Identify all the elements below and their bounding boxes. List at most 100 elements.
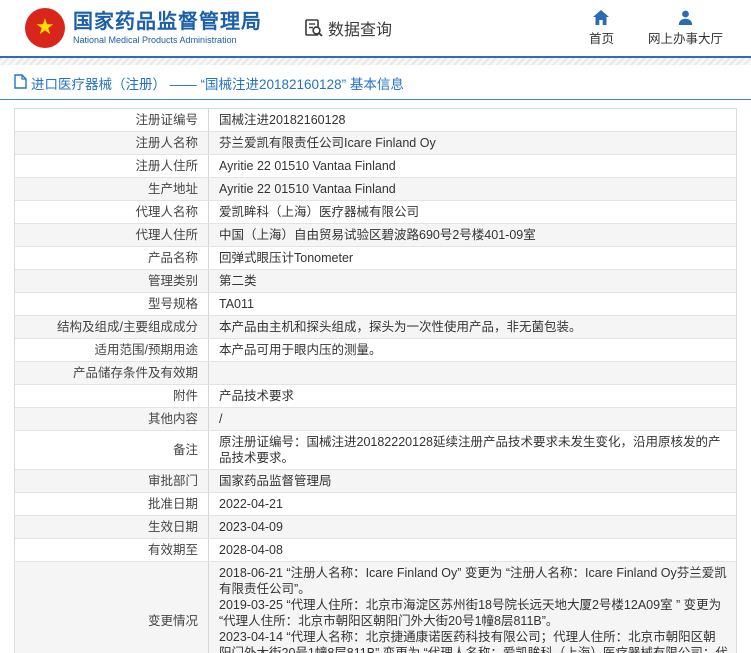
table-row: 结构及组成/主要组成成分本产品由主机和探头组成，探头为一次性使用产品，非无菌包装…: [15, 316, 736, 339]
row-label-text: 型号规格: [148, 296, 198, 312]
row-label: 有效期至: [15, 539, 209, 561]
hatched-strip: [0, 58, 751, 65]
site-header: ★ 国家药品监督管理局 National Medical Products Ad…: [0, 0, 751, 56]
header-nav: 首页 网上办事大厅: [589, 10, 723, 47]
table-row: 生产地址 Ayritie 22 01510 Vantaa Finland: [15, 178, 736, 201]
row-value: 2022-04-21: [209, 493, 736, 515]
table-row: 审批部门国家药品监督管理局: [15, 470, 736, 493]
table-row: 注册人名称芬兰爱凯有限责任公司Icare Finland Oy: [15, 132, 736, 155]
row-label-text: 代理人住所: [135, 227, 198, 243]
row-label-text: 变更情况: [148, 613, 198, 629]
page-title: 进口医疗器械（注册） —— “国械注进20182160128” 基本信息: [31, 73, 404, 93]
row-label: 生产地址: [15, 178, 209, 200]
row-value: 2023-04-09: [209, 516, 736, 538]
row-value: 芬兰爱凯有限责任公司Icare Finland Oy: [209, 132, 736, 154]
row-value: Ayritie 22 01510 Vantaa Finland: [209, 155, 736, 177]
row-label: 产品储存条件及有效期: [15, 362, 209, 384]
row-label-text: 产品储存条件及有效期: [73, 365, 198, 381]
table-row: 产品储存条件及有效期: [15, 362, 736, 385]
user-icon: [678, 10, 693, 25]
row-label-text: 生效日期: [148, 519, 198, 535]
row-value: [209, 362, 736, 384]
row-label: 注册证编号: [15, 109, 209, 131]
row-value: /: [209, 408, 736, 430]
row-label: 型号规格: [15, 293, 209, 315]
home-icon: [593, 10, 609, 25]
data-query-nav[interactable]: 数据查询: [304, 16, 392, 40]
row-label-text: 其他内容: [148, 411, 198, 427]
row-label-text: 代理人名称: [135, 204, 198, 220]
data-query-icon: [304, 18, 328, 38]
row-value: 中国（上海）自由贸易试验区碧波路690号2号楼401-09室: [209, 224, 736, 246]
row-value: Ayritie 22 01510 Vantaa Finland: [209, 178, 736, 200]
row-value: 本产品可用于眼内压的测量。: [209, 339, 736, 361]
row-label-text: 结构及组成/主要组成成分: [57, 319, 198, 335]
row-label-text: 产品名称: [148, 250, 198, 266]
row-label: 结构及组成/主要组成成分: [15, 316, 209, 338]
row-value: 本产品由主机和探头组成，探头为一次性使用产品，非无菌包装。: [209, 316, 736, 338]
row-label: 其他内容: [15, 408, 209, 430]
nav-home-label: 首页: [589, 28, 614, 47]
breadcrumb: 进口医疗器械（注册） —— “国械注进20182160128” 基本信息: [14, 73, 751, 93]
table-row: 注册人住所 Ayritie 22 01510 Vantaa Finland: [15, 155, 736, 178]
row-label: 注册人名称: [15, 132, 209, 154]
row-value: 原注册证编号：国械注进20182220128延续注册产品技术要求未发生变化，沿用…: [209, 431, 736, 469]
breadcrumb-underline: [0, 99, 751, 100]
site-title-block: 国家药品监督管理局 National Medical Products Admi…: [73, 11, 262, 45]
document-icon: [14, 74, 31, 92]
row-label-text: 注册证编号: [135, 112, 198, 128]
nav-home[interactable]: 首页: [589, 10, 614, 47]
row-label: 适用范围/预期用途: [15, 339, 209, 361]
row-label-text: 注册人住所: [135, 158, 198, 174]
table-row: 其他内容 /: [15, 408, 736, 431]
row-label: 审批部门: [15, 470, 209, 492]
table-row: 生效日期 2023-04-09: [15, 516, 736, 539]
row-label-text: 附件: [173, 388, 198, 404]
row-value: 产品技术要求: [209, 385, 736, 407]
row-value: TA011: [209, 293, 736, 315]
table-row: 管理类别第二类: [15, 270, 736, 293]
table-row: 代理人名称爱凯眸科（上海）医疗器械有限公司: [15, 201, 736, 224]
row-label-text: 适用范围/预期用途: [95, 342, 198, 358]
table-row: 型号规格 TA011: [15, 293, 736, 316]
row-label: 产品名称: [15, 247, 209, 269]
row-label-text: 注册人名称: [135, 135, 198, 151]
table-row: 附件产品技术要求: [15, 385, 736, 408]
table-row: 有效期至2028-04-08: [15, 539, 736, 562]
row-label: 注册人住所: [15, 155, 209, 177]
page: ★ 国家药品监督管理局 National Medical Products Ad…: [0, 0, 751, 653]
table-row: 产品名称回弹式眼压计Tonometer: [15, 247, 736, 270]
row-value: 爱凯眸科（上海）医疗器械有限公司: [209, 201, 736, 223]
row-value: 2028-04-08: [209, 539, 736, 561]
row-label: 管理类别: [15, 270, 209, 292]
table-row: 适用范围/预期用途本产品可用于眼内压的测量。: [15, 339, 736, 362]
row-label-text: 审批部门: [148, 473, 198, 489]
nav-service-hall-label: 网上办事大厅: [648, 28, 723, 47]
site-subtitle: National Medical Products Administration: [73, 35, 262, 45]
site-title: 国家药品监督管理局: [73, 11, 262, 33]
row-value: 第二类: [209, 270, 736, 292]
row-label: 备注: [15, 431, 209, 469]
row-label: 变更情况: [15, 562, 209, 653]
row-label-text: 批准日期: [148, 496, 198, 512]
row-label: 生效日期: [15, 516, 209, 538]
table-row: 变更情况 2018-06-21 “注册人名称：Icare Finland Oy” …: [15, 562, 736, 653]
row-value: 2018-06-21 “注册人名称：Icare Finland Oy” 变更为 …: [209, 562, 736, 653]
data-query-label: 数据查询: [328, 16, 392, 40]
table-row: 注册证编号国械注进20182160128: [15, 109, 736, 132]
nav-service-hall[interactable]: 网上办事大厅: [648, 10, 723, 47]
row-label-text: 生产地址: [148, 181, 198, 197]
table-row: 备注原注册证编号：国械注进20182220128延续注册产品技术要求未发生变化，…: [15, 431, 736, 470]
row-label-text: 管理类别: [148, 273, 198, 289]
emblem-star-icon: ★: [35, 16, 55, 38]
row-label: 代理人住所: [15, 224, 209, 246]
national-emblem-logo: ★: [25, 8, 65, 48]
row-label-text: 备注: [173, 442, 198, 458]
row-value: 国家药品监督管理局: [209, 470, 736, 492]
row-label: 代理人名称: [15, 201, 209, 223]
breadcrumb-wrap: 进口医疗器械（注册） —— “国械注进20182160128” 基本信息: [0, 65, 751, 99]
row-label: 批准日期: [15, 493, 209, 515]
table-row: 批准日期 2022-04-21: [15, 493, 736, 516]
row-value: 回弹式眼压计Tonometer: [209, 247, 736, 269]
info-table: 注册证编号国械注进20182160128注册人名称芬兰爱凯有限责任公司Icare…: [14, 108, 737, 653]
